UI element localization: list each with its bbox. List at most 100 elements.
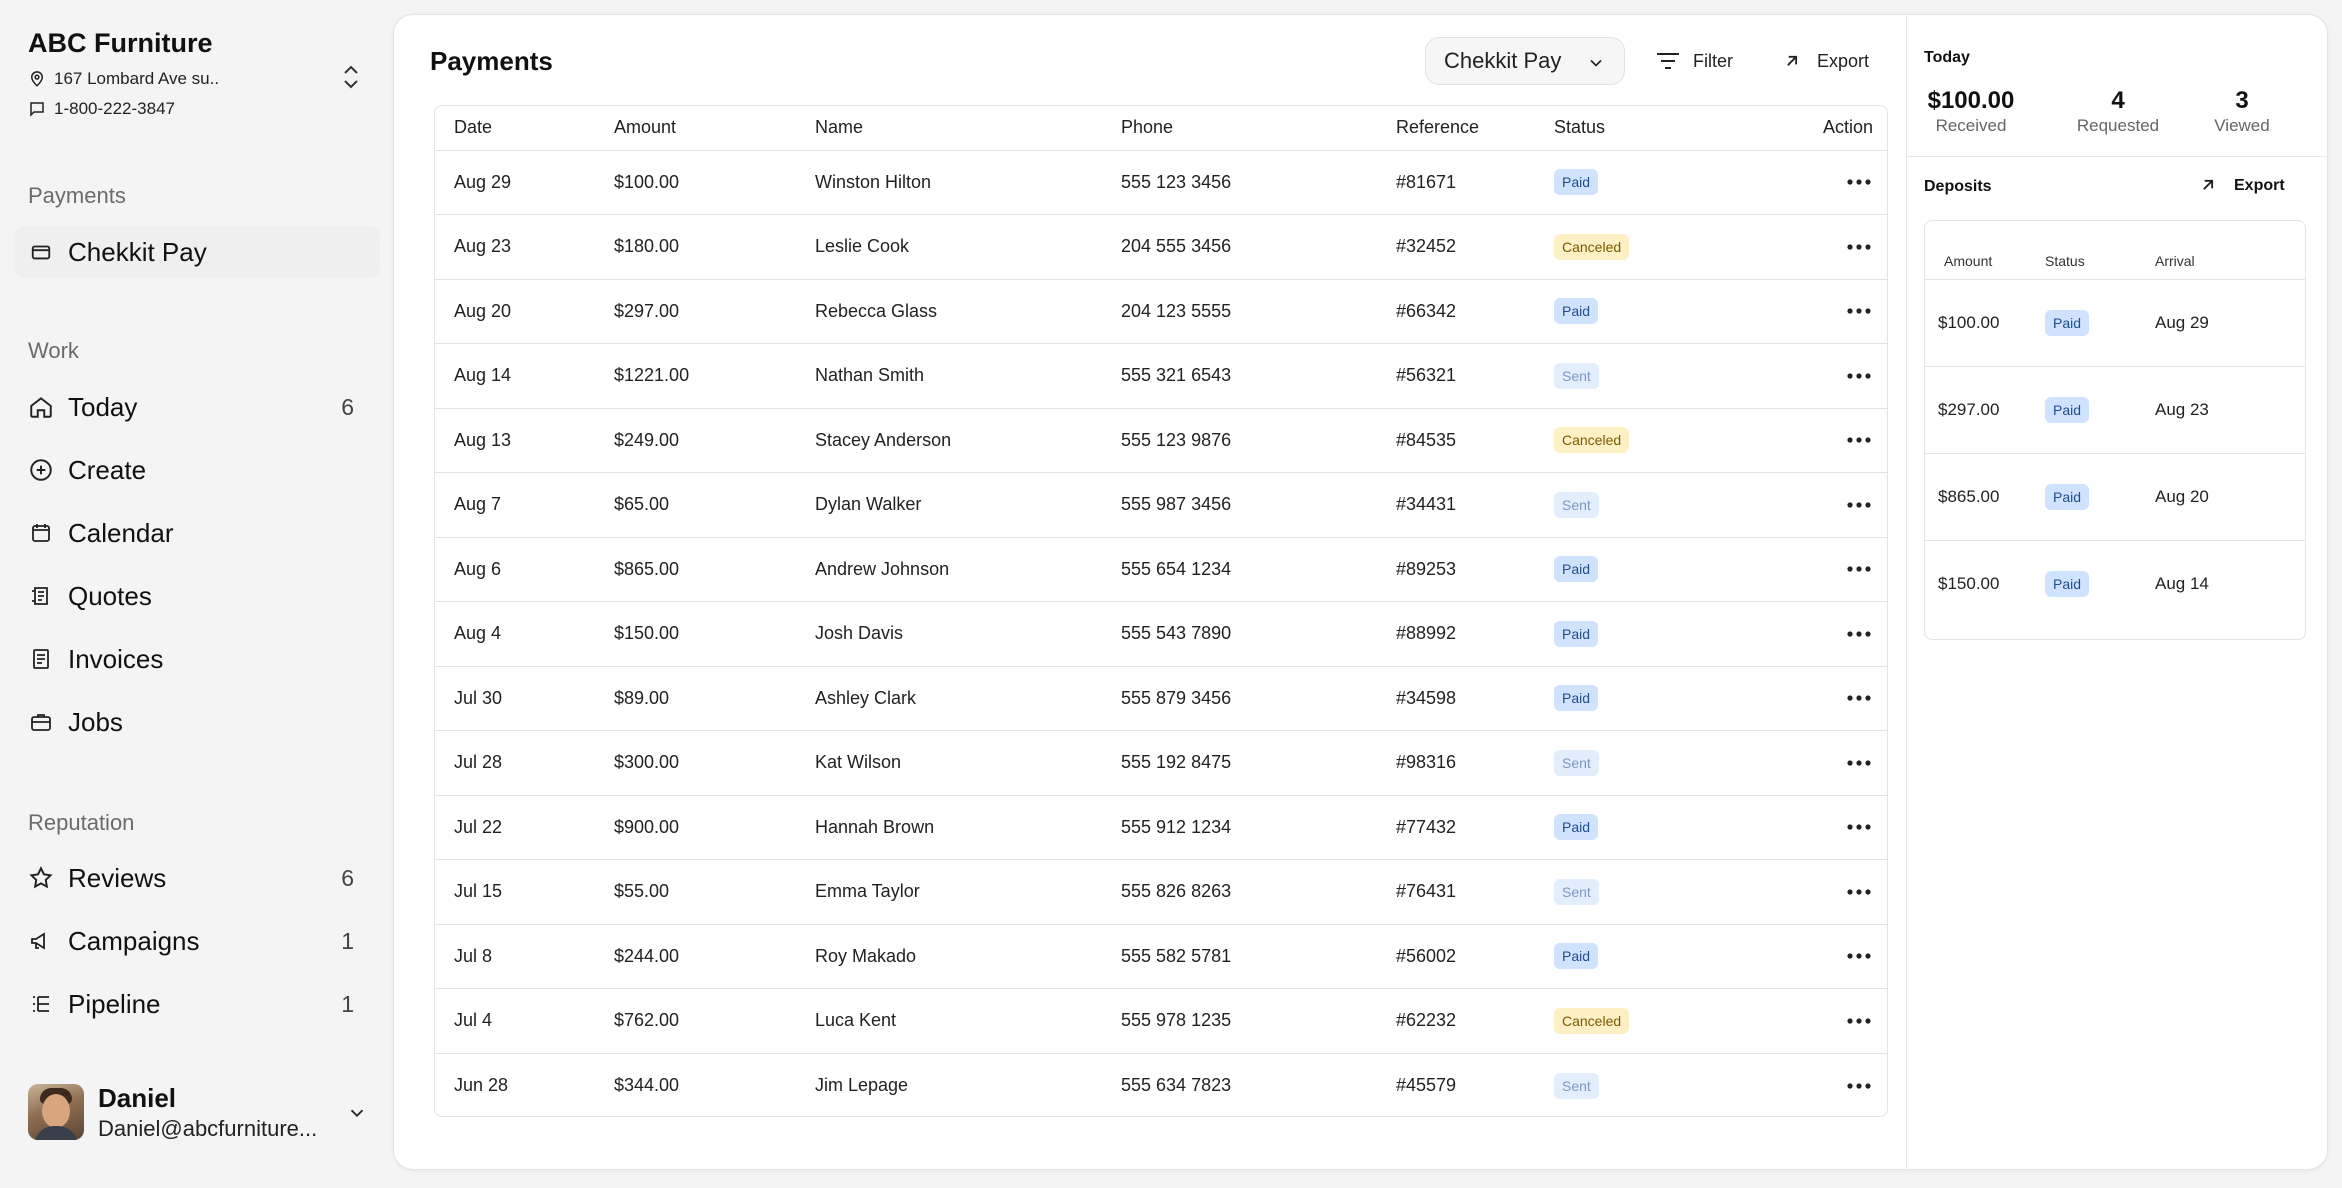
table-row[interactable]: Jun 28 $344.00 Jim Lepage 555 634 7823 #4557… (435, 1053, 1887, 1116)
cell-phone: 555 987 3456 (1121, 494, 1232, 515)
sidebar-item-calendar[interactable]: Calendar (14, 507, 380, 559)
cell-phone: 555 634 7823 (1121, 1075, 1232, 1095)
sidebar-item-campaigns[interactable]: Campaigns 1 (14, 915, 380, 967)
table-row[interactable]: Aug 4 $150.00 Josh Davis 555 543 7890 #88992… (435, 602, 1887, 666)
table-row[interactable]: Jul 15 $55.00 Emma Taylor 555 826 8263 #7643… (435, 860, 1887, 924)
table-row[interactable]: Aug 20 $297.00 Rebecca Glass 204 123 5555 #6… (435, 279, 1887, 344)
row-actions-button[interactable] (1845, 168, 1873, 196)
sidebar-item-chekkit-pay[interactable]: Chekkit Pay (14, 226, 380, 278)
row-actions-button[interactable] (1845, 491, 1873, 519)
row-actions-button[interactable] (1845, 297, 1873, 325)
card-icon (28, 239, 54, 265)
status-badge: Paid (1554, 556, 1599, 583)
cell-status: Paid (1554, 537, 1774, 602)
more-horizontal-icon (1847, 502, 1871, 508)
row-actions-button[interactable] (1845, 878, 1873, 906)
sidebar-item-quotes[interactable]: Quotes (14, 570, 380, 622)
more-horizontal-icon (1847, 1082, 1871, 1089)
deposit-row[interactable]: $865.00 Paid Aug 20 (1925, 453, 2305, 540)
business-switcher-button[interactable] (340, 62, 362, 92)
row-actions-button[interactable] (1845, 620, 1873, 648)
status-badge: Canceled (1554, 427, 1630, 454)
message-icon (28, 100, 46, 118)
table-row[interactable]: Jul 28 $300.00 Kat Wilson 555 192 8475 #9831… (435, 731, 1887, 795)
cell-reference: #98316 (1396, 752, 1457, 773)
payment-processor-select[interactable]: Chekkit Pay (1425, 37, 1625, 85)
table-row[interactable]: Jul 22 $900.00 Hannah Brown 555 912 1234 #77… (435, 795, 1887, 860)
sidebar-item-jobs[interactable]: Jobs (14, 696, 380, 748)
avatar (28, 1084, 84, 1140)
sidebar-item-create[interactable]: Create (14, 444, 380, 496)
deposits-export-button[interactable]: Export (2198, 175, 2285, 197)
user-menu[interactable]: Daniel Daniel@abcfurniture... (28, 1082, 368, 1142)
deposit-amount: $865.00 (1938, 486, 2000, 506)
filter-button[interactable]: Filter (1655, 45, 1733, 77)
status-badge: Paid (1554, 298, 1599, 325)
cell-status: Paid (1554, 666, 1774, 731)
table-row[interactable]: Jul 4 $762.00 Luca Kent 555 978 1235 #62232 C… (435, 989, 1887, 1053)
status-badge: Sent (1554, 1072, 1599, 1099)
cell-status: Sent (1554, 344, 1774, 409)
sidebar-item-invoices[interactable]: Invoices (14, 633, 380, 685)
more-horizontal-icon (1847, 437, 1871, 443)
cell-action (1774, 215, 1887, 280)
sidebar-item-pipeline[interactable]: Pipeline 1 (14, 978, 380, 1030)
deposit-row[interactable]: $150.00 Paid Aug 14 (1925, 540, 2305, 627)
status-badge: Sent (1554, 878, 1599, 905)
row-actions-button[interactable] (1845, 1072, 1873, 1100)
cell-name: Emma Taylor (815, 881, 920, 902)
cell-reference: #62232 (1396, 1010, 1457, 1031)
sidebar-item-label: Jobs (68, 706, 123, 737)
row-actions-button[interactable] (1845, 813, 1873, 841)
row-actions-button[interactable] (1845, 749, 1873, 777)
deposit-row[interactable]: $100.00 Paid Aug 29 (1925, 279, 2305, 366)
stat-label: Viewed (2214, 116, 2270, 135)
cell-phone: 555 192 8475 (1121, 752, 1232, 773)
filter-label: Filter (1693, 50, 1733, 71)
cell-name: Roy Makado (815, 945, 917, 966)
row-actions-button[interactable] (1845, 684, 1873, 712)
deposit-arrival: Aug 23 (2155, 399, 2209, 419)
cell-phone: 555 654 1234 (1121, 558, 1232, 579)
row-actions-button[interactable] (1845, 1007, 1873, 1035)
column-header-amount[interactable]: Amount (614, 106, 815, 151)
column-header-status[interactable]: Status (1554, 106, 1774, 151)
deposit-row[interactable]: $297.00 Paid Aug 23 (1925, 366, 2305, 453)
more-horizontal-icon (1847, 695, 1871, 701)
sidebar-item-label: Chekkit Pay (68, 236, 207, 267)
cell-name: Jim Lepage (815, 1075, 909, 1095)
table-header-row: Date Amount Name Phone Reference Status … (435, 106, 1887, 151)
status-badge: Paid (2045, 483, 2090, 510)
column-header-name[interactable]: Name (815, 106, 1121, 151)
row-actions-button[interactable] (1845, 233, 1873, 261)
table-row[interactable]: Aug 29 $100.00 Winston Hilton 555 123 3456 #… (435, 150, 1887, 215)
sidebar-item-today[interactable]: Today 6 (14, 381, 380, 433)
row-actions-button[interactable] (1845, 942, 1873, 970)
row-actions-button[interactable] (1845, 555, 1873, 583)
business-address: 167 Lombard Ave su.. (28, 69, 219, 89)
cell-action (1774, 150, 1887, 215)
cell-date: Jul 28 (454, 752, 503, 773)
table-row[interactable]: Aug 23 $180.00 Leslie Cook 204 555 3456 #324… (435, 215, 1887, 280)
table-row[interactable]: Jul 30 $89.00 Ashley Clark 555 879 3456 #345… (435, 666, 1887, 731)
cell-action (1774, 1053, 1887, 1116)
column-header-reference[interactable]: Reference (1396, 106, 1554, 151)
table-row[interactable]: Aug 6 $865.00 Andrew Johnson 555 654 1234 #8… (435, 537, 1887, 602)
column-header-date[interactable]: Date (435, 106, 614, 151)
cell-amount: $249.00 (614, 429, 680, 450)
cell-reference: #34598 (1396, 687, 1457, 708)
row-actions-button[interactable] (1845, 426, 1873, 454)
table-row[interactable]: Aug 13 $249.00 Stacey Anderson 555 123 9876… (435, 408, 1887, 473)
arrow-up-right-icon (1779, 48, 1805, 74)
table-row[interactable]: Aug 7 $65.00 Dylan Walker 555 987 3456 #3443… (435, 473, 1887, 537)
cell-reference: #56002 (1396, 945, 1457, 966)
cell-name: Winston Hilton (815, 171, 932, 192)
export-button[interactable]: Export (1779, 45, 1869, 77)
deposit-status: Paid (2045, 453, 2155, 540)
table-row[interactable]: Aug 14 $1221.00 Nathan Smith 555 321 6543 #5… (435, 344, 1887, 409)
table-row[interactable]: Jul 8 $244.00 Roy Makado 555 582 5781 #56002… (435, 924, 1887, 989)
cell-amount: $900.00 (614, 816, 680, 837)
column-header-phone[interactable]: Phone (1121, 106, 1396, 151)
row-actions-button[interactable] (1845, 362, 1873, 390)
sidebar-item-reviews[interactable]: Reviews 6 (14, 852, 380, 904)
